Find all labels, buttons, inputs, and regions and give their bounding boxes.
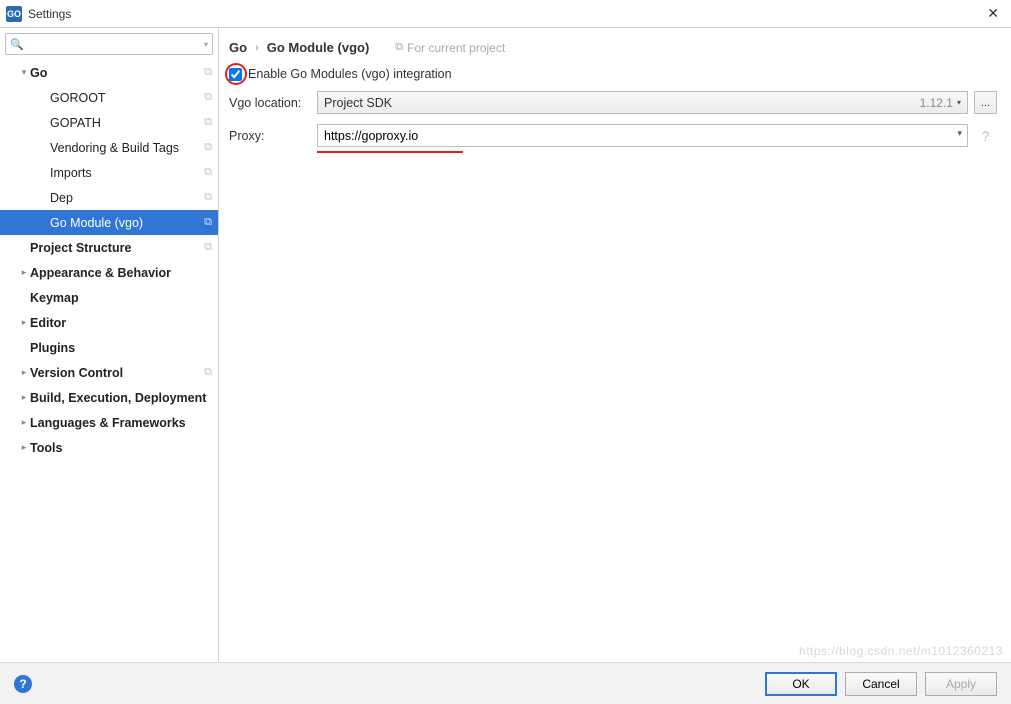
- annotation-underline: [317, 151, 463, 153]
- app-icon: GO: [6, 6, 22, 22]
- help-icon[interactable]: ?: [974, 124, 997, 147]
- sidebar-item-vendoring-build-tags[interactable]: Vendoring & Build Tags⧉: [0, 135, 218, 160]
- sidebar-item-label: Plugins: [30, 341, 212, 355]
- browse-button[interactable]: ...: [974, 91, 997, 114]
- sidebar-item-build-execution-deployment[interactable]: ▸Build, Execution, Deployment: [0, 385, 218, 410]
- sidebar-item-appearance-behavior[interactable]: ▸Appearance & Behavior: [0, 260, 218, 285]
- sidebar-item-label: Imports: [50, 166, 204, 180]
- sidebar-item-label: GOPATH: [50, 116, 204, 130]
- breadcrumb-leaf: Go Module (vgo): [267, 40, 370, 55]
- search-icon: 🔍: [10, 38, 24, 51]
- cancel-button[interactable]: Cancel: [845, 672, 917, 696]
- sidebar-item-label: Appearance & Behavior: [30, 266, 212, 280]
- sidebar-item-tools[interactable]: ▸Tools: [0, 435, 218, 460]
- chevron-down-icon: ▾: [957, 98, 961, 107]
- sidebar-item-project-structure[interactable]: Project Structure⧉: [0, 235, 218, 260]
- chevron-right-icon[interactable]: ▸: [18, 442, 30, 453]
- sidebar-item-goroot[interactable]: GOROOT⧉: [0, 85, 218, 110]
- sidebar-item-label: Project Structure: [30, 241, 204, 255]
- vgo-location-select[interactable]: Project SDK 1.12.1 ▾: [317, 91, 968, 114]
- chevron-right-icon[interactable]: ▸: [18, 392, 30, 403]
- ok-button[interactable]: OK: [765, 672, 837, 696]
- copy-icon: ⧉: [204, 366, 212, 379]
- copy-icon: ⧉: [204, 166, 212, 179]
- for-current-project-label: For current project: [407, 41, 505, 55]
- copy-icon: ⧉: [204, 141, 212, 154]
- chevron-down-icon[interactable]: ▾: [204, 40, 208, 49]
- enable-go-modules-label: Enable Go Modules (vgo) integration: [248, 67, 452, 81]
- proxy-label: Proxy:: [229, 129, 317, 143]
- sidebar-item-label: Editor: [30, 316, 212, 330]
- chevron-right-icon: ›: [255, 42, 259, 54]
- settings-sidebar: 🔍 ▾ ▾Go⧉GOROOT⧉GOPATH⧉Vendoring & Build …: [0, 28, 219, 662]
- vgo-location-value: Project SDK: [324, 96, 920, 110]
- window-title: Settings: [28, 7, 981, 21]
- chevron-right-icon[interactable]: ▸: [18, 367, 30, 378]
- dialog-footer: ? OK Cancel Apply: [0, 662, 1011, 704]
- sidebar-item-label: Build, Execution, Deployment: [30, 391, 212, 405]
- sidebar-item-imports[interactable]: Imports⧉: [0, 160, 218, 185]
- settings-main: Go › Go Module (vgo) ⧉ For current proje…: [219, 28, 1011, 662]
- copy-icon: ⧉: [204, 66, 212, 79]
- for-current-project: ⧉ For current project: [395, 41, 505, 55]
- sidebar-item-label: Keymap: [30, 291, 212, 305]
- chevron-down-icon[interactable]: ▾: [18, 67, 30, 78]
- watermark: https://blog.csdn.net/m1012360213: [799, 644, 1003, 658]
- search-input[interactable]: [28, 37, 202, 51]
- sidebar-item-label: Languages & Frameworks: [30, 416, 212, 430]
- sidebar-item-label: Go: [30, 66, 204, 80]
- close-icon[interactable]: ✕: [981, 5, 1005, 22]
- sidebar-item-go[interactable]: ▾Go⧉: [0, 60, 218, 85]
- search-input-wrap[interactable]: 🔍 ▾: [5, 33, 213, 55]
- enable-go-modules-checkbox-wrap[interactable]: Enable Go Modules (vgo) integration: [229, 67, 452, 81]
- sidebar-item-label: Go Module (vgo): [50, 216, 204, 230]
- sidebar-item-label: Vendoring & Build Tags: [50, 141, 204, 155]
- sidebar-item-label: GOROOT: [50, 91, 204, 105]
- copy-icon: ⧉: [204, 116, 212, 129]
- copy-icon: ⧉: [204, 216, 212, 229]
- sidebar-item-keymap[interactable]: Keymap: [0, 285, 218, 310]
- apply-button[interactable]: Apply: [925, 672, 997, 696]
- proxy-input[interactable]: [317, 124, 968, 147]
- copy-icon: ⧉: [395, 41, 403, 54]
- copy-icon: ⧉: [204, 91, 212, 104]
- copy-icon: ⧉: [204, 241, 212, 254]
- sidebar-item-languages-frameworks[interactable]: ▸Languages & Frameworks: [0, 410, 218, 435]
- sidebar-item-plugins[interactable]: Plugins: [0, 335, 218, 360]
- breadcrumb-root[interactable]: Go: [229, 40, 247, 55]
- title-bar: GO Settings ✕: [0, 0, 1011, 28]
- chevron-right-icon[interactable]: ▸: [18, 417, 30, 428]
- sidebar-item-label: Dep: [50, 191, 204, 205]
- sidebar-item-label: Tools: [30, 441, 212, 455]
- chevron-right-icon[interactable]: ▸: [18, 317, 30, 328]
- sidebar-item-editor[interactable]: ▸Editor: [0, 310, 218, 335]
- sidebar-item-label: Version Control: [30, 366, 204, 380]
- sidebar-item-go-module-vgo-[interactable]: Go Module (vgo)⧉: [0, 210, 218, 235]
- chevron-right-icon[interactable]: ▸: [18, 267, 30, 278]
- copy-icon: ⧉: [204, 191, 212, 204]
- settings-tree: ▾Go⧉GOROOT⧉GOPATH⧉Vendoring & Build Tags…: [0, 60, 218, 662]
- sidebar-item-gopath[interactable]: GOPATH⧉: [0, 110, 218, 135]
- vgo-version-label: 1.12.1: [920, 96, 953, 110]
- sidebar-item-dep[interactable]: Dep⧉: [0, 185, 218, 210]
- breadcrumb: Go › Go Module (vgo) ⧉ For current proje…: [229, 40, 997, 55]
- sidebar-item-version-control[interactable]: ▸Version Control⧉: [0, 360, 218, 385]
- help-button[interactable]: ?: [14, 675, 32, 693]
- vgo-location-label: Vgo location:: [229, 96, 317, 110]
- enable-go-modules-checkbox[interactable]: [229, 68, 242, 81]
